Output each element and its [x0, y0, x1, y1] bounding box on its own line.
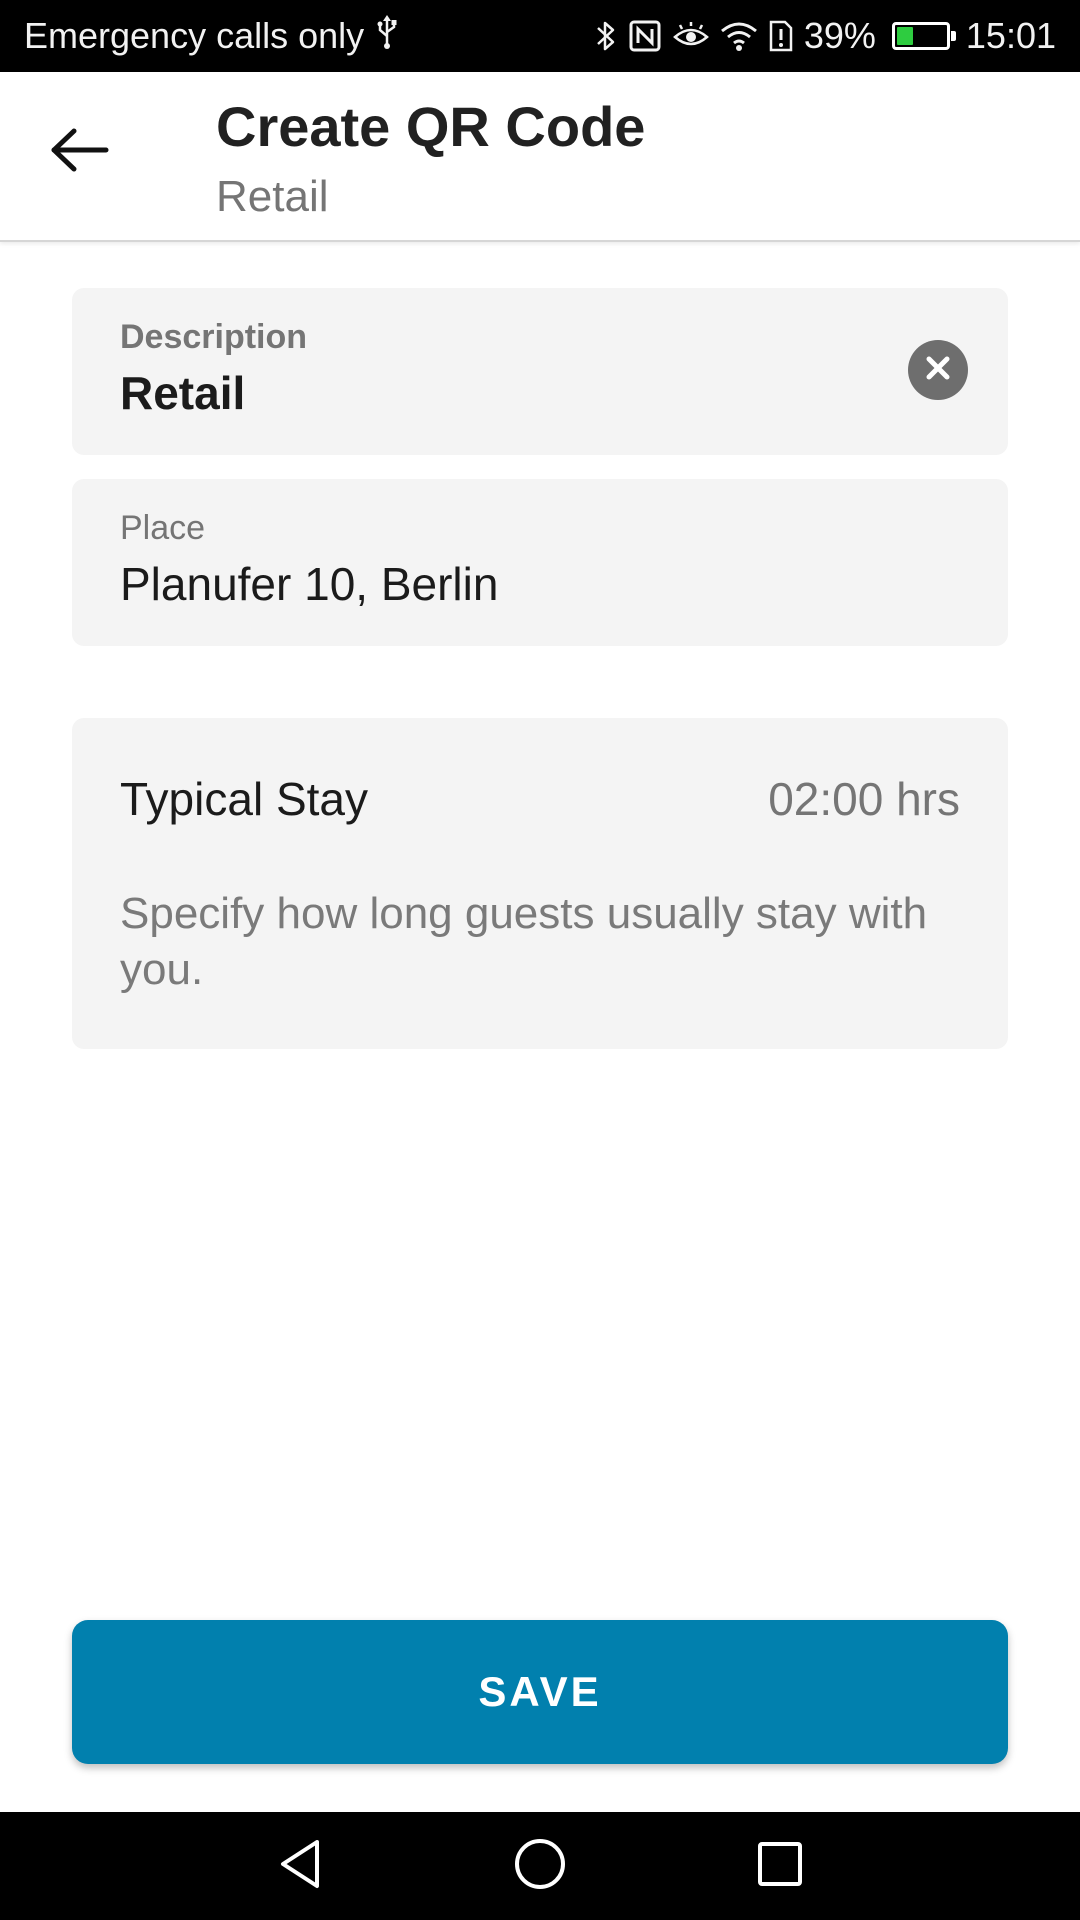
bluetooth-icon: [594, 18, 618, 54]
save-button[interactable]: SAVE: [72, 1620, 1008, 1764]
typical-stay-label: Typical Stay: [120, 773, 368, 825]
sim-alert-icon: [768, 19, 794, 53]
carrier-text: Emergency calls only: [24, 15, 365, 56]
battery-level: [896, 27, 914, 45]
nav-back-icon: [275, 1837, 325, 1896]
description-value[interactable]: Retail: [120, 366, 245, 420]
battery-percent: 39%: [803, 15, 876, 56]
page-title: Create QR Code: [216, 95, 646, 158]
status-bar: Emergency calls only 39% 15:01: [0, 0, 1080, 72]
place-field[interactable]: Place Planufer 10, Berlin: [72, 479, 1008, 646]
usb-icon: [376, 14, 398, 59]
navigation-bar: [0, 1812, 1080, 1920]
nav-home-button[interactable]: [510, 1836, 570, 1896]
back-button[interactable]: [40, 122, 120, 182]
eye-comfort-icon: [672, 21, 710, 51]
nav-home-icon: [513, 1837, 567, 1896]
status-right: 39% 15:01: [594, 0, 1056, 72]
clear-circle-icon: [924, 354, 952, 387]
nfc-icon: [628, 19, 662, 53]
clear-description-button[interactable]: [908, 340, 968, 400]
description-field[interactable]: Description Retail: [72, 288, 1008, 455]
place-label: Place: [120, 509, 206, 547]
place-value[interactable]: Planufer 10, Berlin: [120, 557, 498, 611]
typical-stay-card[interactable]: Typical Stay 02:00 hrs Specify how long …: [72, 718, 1008, 1049]
nav-back-button[interactable]: [270, 1836, 330, 1896]
description-label: Description: [120, 318, 308, 356]
wifi-icon: [720, 20, 758, 52]
nav-recents-icon: [755, 1839, 805, 1894]
page-subtitle: Retail: [216, 172, 329, 221]
status-left: Emergency calls only: [24, 0, 398, 72]
battery-icon: [891, 22, 956, 50]
nav-recents-button[interactable]: [750, 1836, 810, 1896]
typical-stay-hint: Specify how long guests usually stay wit…: [120, 889, 928, 994]
clock: 15:01: [965, 15, 1056, 56]
app-bar: Create QR Code Retail: [0, 72, 1080, 242]
typical-stay-value[interactable]: 02:00 hrs: [768, 772, 960, 826]
arrow-left-icon: [50, 128, 110, 177]
